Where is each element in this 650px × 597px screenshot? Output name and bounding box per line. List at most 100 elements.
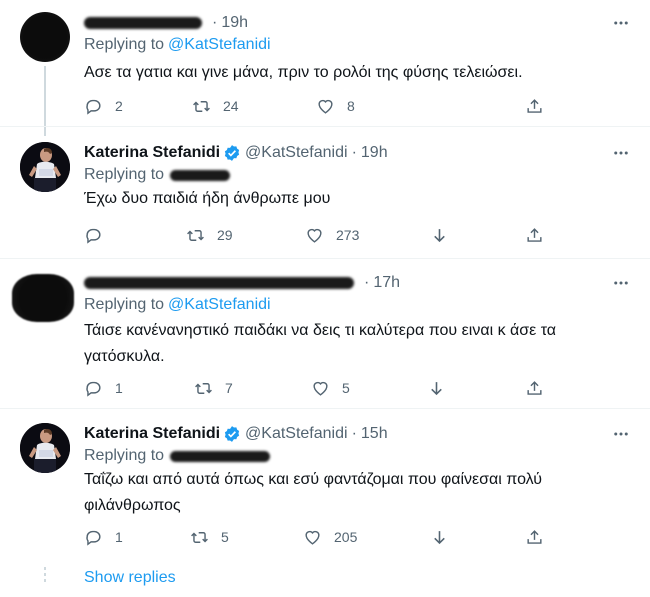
retweet-count: 7 [225,380,233,396]
like-button[interactable]: 205 [303,525,357,549]
tweet-header: · 19h [84,12,248,34]
like-count: 8 [347,98,355,114]
separator: · [351,144,357,161]
arrow-down-icon [434,530,445,544]
reply-button[interactable] [84,223,103,247]
share-icon [527,529,542,544]
avatar[interactable] [20,142,70,192]
replying-label: Replying to [84,36,165,53]
like-count: 273 [336,227,360,243]
reply-icon [86,381,101,397]
like-count: 5 [342,380,350,396]
timestamp[interactable]: 19h [361,144,388,162]
reply-button[interactable]: 1 [84,376,123,400]
share-icon [527,227,542,242]
retweet-icon [195,382,212,394]
like-count: 205 [334,529,358,545]
action-bar: 2 24 8 [84,94,554,118]
heart-icon [305,530,320,545]
athlete-photo [20,423,70,473]
replying-to: Replying to @KatStefanidi [84,36,271,54]
tweet-text: Τάισε κανέναν⁠ηστικό παιδάκι να δεις τι … [84,322,557,365]
more-icon[interactable] [612,144,630,162]
retweet-icon [187,229,204,241]
downvote-button[interactable] [427,376,446,400]
action-bar: 29 273 [84,223,554,247]
divider [0,408,650,409]
more-icon[interactable] [612,274,630,292]
share-icon [527,98,542,113]
replying-to: Replying to [84,447,271,465]
downvote-button[interactable] [430,223,449,247]
tweet-header: Katerina Stefanidi @KatStefanidi · 15h [84,423,388,445]
share-icon [527,380,542,395]
avatar[interactable] [20,12,70,62]
reply-button[interactable]: 2 [84,94,123,118]
reply-count: 1 [115,529,123,545]
redacted-display-name [84,277,354,289]
athlete-photo [20,142,70,192]
mention-link[interactable]: @KatStefanidi [168,296,271,314]
retweet-count: 29 [217,227,233,243]
arrow-down-icon [431,381,442,395]
retweet-button[interactable]: 29 [186,223,233,247]
tweet-header: Katerina Stefanidi @KatStefanidi · 19h [84,142,388,164]
tweet-text: Ταΐζω και από αυτά όπως και εσύ φαντάζομ… [84,471,543,514]
downvote-button[interactable] [430,525,449,549]
action-bar: 1 5 205 [84,525,554,549]
share-button[interactable] [525,94,544,118]
verified-badge-icon [224,145,240,161]
heart-icon [307,228,322,243]
replying-to: Replying to [84,166,231,184]
divider [0,258,650,259]
separator: · [351,425,357,442]
replying-label: Replying to [84,447,165,464]
retweet-button[interactable]: 24 [192,94,239,118]
retweet-icon [191,531,208,543]
reply-icon [86,228,101,244]
retweet-button[interactable]: 5 [190,525,229,549]
tweet[interactable]: Katerina Stefanidi @KatStefanidi · 19h R… [0,142,650,257]
tweet-text: Ασε τα γατια και γινε μάνα, πριν το ρολό… [84,64,523,81]
separator: · [212,14,218,31]
display-name[interactable]: Katerina Stefanidi [84,425,220,443]
avatar[interactable] [12,274,74,322]
retweet-count: 5 [221,529,229,545]
replying-label: Replying to [84,296,165,313]
handle[interactable]: @KatStefanidi [245,425,348,443]
heart-icon [318,99,333,114]
timestamp[interactable]: 17h [373,274,400,292]
reply-button[interactable]: 1 [84,525,123,549]
retweet-count: 24 [223,98,239,114]
retweet-icon [193,100,210,112]
handle[interactable]: @KatStefanidi [245,144,348,162]
like-button[interactable]: 8 [316,94,355,118]
share-button[interactable] [525,223,544,247]
action-bar: 1 7 5 [84,376,554,400]
tweet-header: · 17h [84,272,400,294]
tweet[interactable]: Katerina Stefanidi @KatStefanidi · 15h R… [0,423,650,582]
tweet-text: Έχω δυο παιδιά ήδη άνθρωπε μου [84,190,331,207]
like-button[interactable]: 273 [305,223,359,247]
reply-icon [86,530,101,546]
tweet[interactable]: · 17h Replying to @KatStefanidi Τάισε κα… [0,272,650,412]
tweet[interactable]: · 19h Replying to @KatStefanidi Ασε τα γ… [0,10,650,136]
mention-link[interactable]: @KatStefanidi [168,36,271,54]
reply-count: 2 [115,98,123,114]
like-button[interactable]: 5 [311,376,350,400]
thread-dots [44,567,46,585]
arrow-down-icon [434,228,445,242]
retweet-button[interactable]: 7 [194,376,233,400]
timestamp[interactable]: 19h [221,14,248,32]
share-button[interactable] [525,376,544,400]
more-icon[interactable] [612,14,630,32]
display-name[interactable]: Katerina Stefanidi [84,144,220,162]
share-button[interactable] [525,525,544,549]
redacted-mention [170,450,271,462]
more-icon[interactable] [612,425,630,443]
separator: · [364,274,370,291]
avatar[interactable] [20,423,70,473]
show-replies-link[interactable]: Show replies [84,569,176,587]
timestamp[interactable]: 15h [361,425,388,443]
reply-count: 1 [115,380,123,396]
